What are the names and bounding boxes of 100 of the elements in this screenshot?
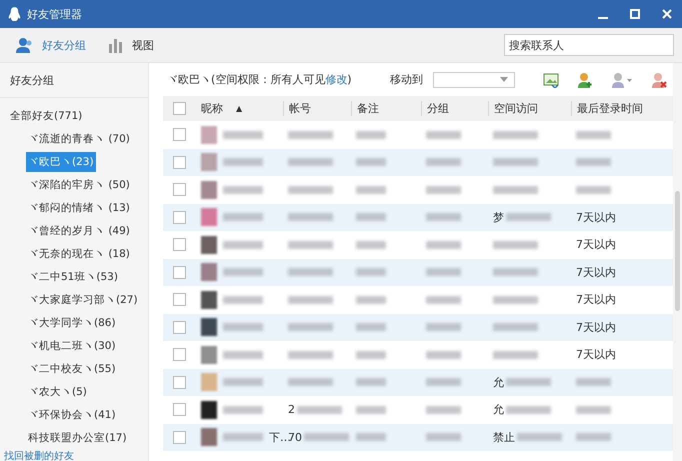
- blurred-text: [493, 296, 538, 304]
- row-checkbox[interactable]: [173, 210, 186, 224]
- blurred-text: [426, 240, 461, 249]
- tree-item[interactable]: ヾ大学同学ヽ(86): [26, 312, 118, 332]
- select-all-checkbox[interactable]: [173, 102, 186, 115]
- table-cell: 2: [288, 403, 295, 416]
- row-checkbox[interactable]: [173, 348, 186, 362]
- blurred-text: [356, 433, 386, 442]
- restore-link[interactable]: 找回被删的好友: [0, 449, 148, 461]
- blurred-text: [493, 350, 538, 359]
- view-tab[interactable]: 好友分组: [16, 33, 86, 57]
- blurred-avatar: [201, 208, 217, 226]
- image-icon[interactable]: [543, 72, 559, 88]
- tree-item[interactable]: ヾ欧巴ヽ(23): [26, 152, 96, 172]
- column-header[interactable]: 最后登录时间: [571, 101, 671, 116]
- edit-link[interactable]: 修改: [325, 73, 348, 86]
- blurred-text: [493, 158, 538, 166]
- blurred-text: [356, 130, 386, 139]
- blurred-text: [576, 433, 611, 442]
- blurred-text: [576, 158, 611, 166]
- blurred-text: [223, 213, 263, 222]
- row-checkbox[interactable]: [173, 293, 186, 306]
- row-checkbox[interactable]: [173, 376, 186, 389]
- add-user-icon[interactable]: [577, 72, 593, 88]
- table-cell: 7天以内: [576, 210, 616, 225]
- tree-item[interactable]: ヾ二中校友ヽ(55): [26, 358, 118, 378]
- blurred-avatar: [201, 400, 217, 419]
- tree-item[interactable]: ヾ二中51班ヽ(53): [26, 266, 120, 286]
- column-header[interactable]: 帐号: [283, 101, 351, 116]
- view-tab[interactable]: 视图: [108, 33, 154, 57]
- maximize-icon[interactable]: [630, 9, 640, 19]
- blurred-text: [426, 268, 461, 276]
- row-checkbox[interactable]: [173, 238, 186, 252]
- tree-item[interactable]: 科技联盟办公室(17): [26, 428, 129, 448]
- blurred-text: [288, 213, 333, 222]
- blurred-text: [223, 378, 263, 386]
- table-cell: 禁止: [493, 430, 515, 445]
- blurred-text: [506, 213, 551, 222]
- row-checkbox[interactable]: [173, 128, 186, 142]
- blurred-text: [223, 406, 263, 414]
- row-checkbox[interactable]: [173, 403, 186, 416]
- tree-item[interactable]: ヾ机电二班ヽ(30): [26, 336, 118, 356]
- blurred-avatar: [201, 236, 217, 254]
- blurred-text: [576, 130, 611, 139]
- blurred-avatar: [201, 346, 217, 364]
- blurred-text: [223, 240, 263, 249]
- tree-item[interactable]: 全部好友(771): [8, 106, 84, 126]
- move-to-dropdown[interactable]: [433, 72, 515, 88]
- column-header[interactable]: 空间访问: [488, 101, 571, 116]
- blurred-text: [426, 213, 461, 222]
- table-cell: 梦: [493, 210, 504, 225]
- tree-item[interactable]: ヾ曾经的岁月ヽ (49): [26, 220, 132, 240]
- tree-item[interactable]: ヾ农大ヽ(5): [26, 382, 89, 402]
- blurred-text: [297, 406, 342, 414]
- scrollbar[interactable]: [673, 63, 682, 461]
- blurred-text: [426, 323, 461, 332]
- blurred-text: [288, 323, 333, 332]
- blurred-text: [288, 186, 333, 194]
- blurred-text: [223, 130, 263, 139]
- blurred-text: [356, 240, 386, 249]
- blurred-text: [356, 268, 386, 276]
- row-checkbox[interactable]: [173, 430, 186, 444]
- row-checkbox[interactable]: [173, 156, 186, 169]
- column-header[interactable]: 分组: [421, 101, 488, 116]
- blurred-avatar: [201, 373, 217, 392]
- blurred-text: [506, 406, 551, 414]
- blurred-text: [288, 378, 333, 386]
- tree-item[interactable]: ヾ无奈的现在ヽ (18): [26, 244, 132, 264]
- table-cell: 7天以内: [576, 264, 616, 280]
- remove-user-icon[interactable]: [651, 72, 667, 88]
- blurred-text: [304, 433, 349, 442]
- blurred-text: [426, 158, 461, 166]
- blurred-text: [223, 350, 263, 359]
- tree-item[interactable]: ヾ大家庭学习部ヽ(27): [26, 290, 140, 310]
- blurred-text: [356, 186, 386, 194]
- column-header[interactable]: 备注: [351, 101, 421, 116]
- tree-item[interactable]: ヾ郁闷的情绪ヽ (13): [26, 198, 132, 218]
- close-icon[interactable]: [662, 9, 672, 19]
- blurred-text: [356, 323, 386, 332]
- blurred-avatar: [201, 153, 217, 172]
- row-checkbox[interactable]: [173, 183, 186, 196]
- column-header[interactable]: 昵称 ▲: [196, 101, 283, 116]
- tree-item[interactable]: ヾ流逝的青春ヽ (70): [26, 128, 132, 148]
- blurred-text: [426, 350, 461, 359]
- table-cell: 7天以内: [576, 320, 616, 335]
- row-checkbox[interactable]: [173, 266, 186, 279]
- tree-item[interactable]: ヾ深陷的牢房ヽ (50): [26, 174, 132, 194]
- blurred-text: [356, 213, 386, 222]
- blurred-text: [288, 240, 333, 249]
- blurred-text: [356, 406, 386, 414]
- row-checkbox[interactable]: [173, 320, 186, 334]
- blurred-text: [493, 240, 538, 249]
- blurred-text: [426, 406, 461, 414]
- table-cell: 7天以内: [576, 347, 616, 362]
- search-field[interactable]: 搜索联系人: [504, 34, 674, 56]
- blurred-text: [426, 296, 461, 304]
- user-menu-icon[interactable]: [611, 72, 633, 88]
- tree-item[interactable]: ヾ环保协会ヽ(41): [26, 404, 118, 424]
- blurred-text: [223, 323, 263, 332]
- table-cell: 70: [288, 430, 302, 444]
